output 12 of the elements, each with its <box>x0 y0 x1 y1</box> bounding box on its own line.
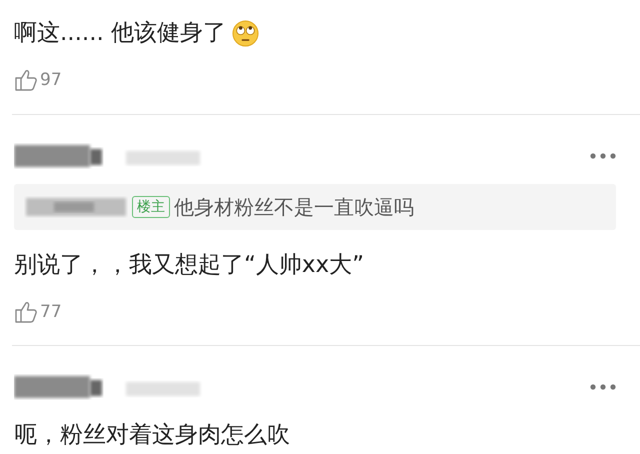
like-count: 77 <box>40 302 62 322</box>
like-count: 97 <box>40 70 62 90</box>
comment-text: 啊这...... 他该健身了 <box>14 19 226 48</box>
more-icon[interactable] <box>590 153 616 159</box>
thumbs-up-icon[interactable] <box>14 300 38 324</box>
author-tag: 楼主 <box>132 196 170 218</box>
comment-text: 别说了，，我又想起了“人帅xx大” <box>14 251 364 280</box>
quoted-reply-box[interactable]: 楼主 他身材粉丝不是一直吹逼吗 <box>14 184 616 230</box>
quoted-text: 他身材粉丝不是一直吹逼吗 <box>174 194 414 220</box>
comment-text: 呃，粉丝对着这身肉怎么吹 <box>14 421 290 450</box>
thumbs-up-icon[interactable] <box>14 68 38 92</box>
more-icon[interactable] <box>590 384 616 390</box>
